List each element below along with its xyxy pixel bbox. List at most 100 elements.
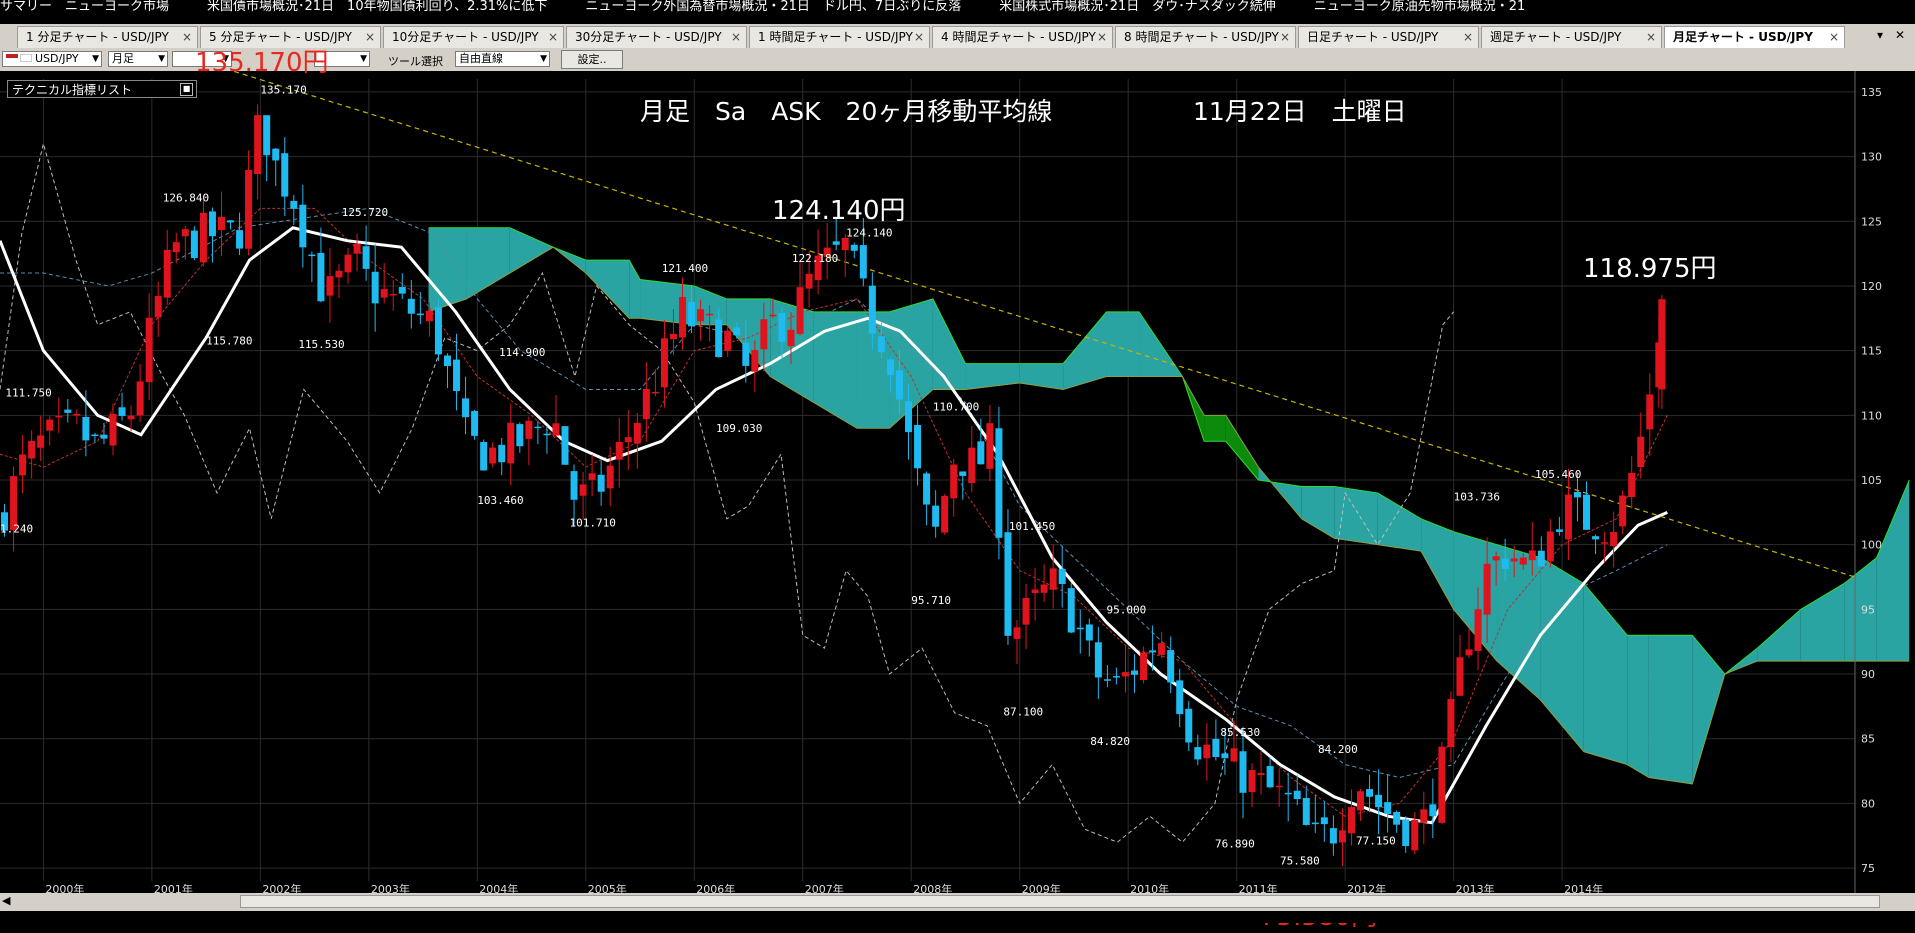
y-tick-label: 130 xyxy=(1861,151,1882,164)
candle-body xyxy=(1384,802,1392,814)
close-icon[interactable]: × xyxy=(1646,27,1656,47)
candle-body xyxy=(941,495,949,533)
candle-body xyxy=(362,246,370,269)
candle-body xyxy=(236,230,244,249)
candle-body xyxy=(1094,642,1102,678)
price-label: 105.460 xyxy=(1535,468,1581,481)
price-label: 95.710 xyxy=(911,594,951,607)
close-icon[interactable]: × xyxy=(365,27,375,47)
close-icon[interactable]: × xyxy=(1829,27,1839,47)
horizontal-scrollbar[interactable]: ◀ xyxy=(0,893,1915,911)
minimize-icon[interactable]: ■ xyxy=(180,83,193,96)
tab-label: 8 時間足チャート - USD/JPY xyxy=(1124,30,1279,44)
currency-pair-select[interactable]: USD/JPY ▼ xyxy=(2,51,102,67)
candle-body xyxy=(832,241,840,245)
candle-body xyxy=(1013,627,1021,639)
x-tick-label: 2006年 xyxy=(696,882,735,893)
close-icon[interactable]: × xyxy=(1097,27,1107,47)
close-icon[interactable]: × xyxy=(914,27,924,47)
candle-body xyxy=(1501,558,1509,569)
tab-chart[interactable]: 4 時間足チャート - USD/JPY × xyxy=(932,26,1113,48)
candle-body xyxy=(1555,529,1563,532)
settings-button[interactable]: 設定.. xyxy=(561,50,623,69)
tab-label: 10分足チャート - USD/JPY xyxy=(392,30,539,44)
candle-body xyxy=(290,200,298,209)
y-tick-label: 95 xyxy=(1861,603,1875,616)
technical-indicator-list[interactable]: テクニカル指標リスト ■ xyxy=(7,80,197,98)
candle-body xyxy=(254,115,262,175)
candle-body xyxy=(1637,436,1645,467)
candle-body xyxy=(642,389,650,420)
price-label: 84.820 xyxy=(1090,735,1130,748)
jp-flag-icon xyxy=(20,54,32,62)
period-select[interactable]: 月足 ▼ xyxy=(108,51,168,67)
y-tick-label: 90 xyxy=(1861,668,1875,681)
close-icon[interactable]: × xyxy=(182,27,192,47)
news-ticker[interactable]: サマリー ニューヨーク市場 米国債市場概況･21日 10年物国債利回り、2.31%… xyxy=(0,0,1915,14)
tab-chart[interactable]: 1 時間足チャート - USD/JPY × xyxy=(749,26,930,48)
cloud-segment xyxy=(1106,311,1140,377)
candle-body xyxy=(1456,657,1464,696)
scroll-thumb[interactable] xyxy=(240,895,1880,908)
close-icon[interactable]: × xyxy=(1280,27,1290,47)
candle-body xyxy=(407,298,415,314)
tab-chart[interactable]: 10分足チャート - USD/JPY × xyxy=(383,26,564,48)
tab-menu-icon[interactable]: ▾ xyxy=(1877,28,1883,42)
ticker-item[interactable]: 米国株式市場概況･21日 ダウ･ナスダック続伸 xyxy=(999,0,1276,14)
chart-area[interactable]: 111.750 1.240 126.840 115.780 135.170 115.530… xyxy=(0,71,1915,893)
candle-body xyxy=(326,276,334,296)
x-tick-label: 2003年 xyxy=(371,882,410,893)
tab-chart[interactable]: 30分足チャート - USD/JPY × xyxy=(566,26,747,48)
ticker-item[interactable]: 米国債市場概況･21日 10年物国債利回り、2.31%に低下 xyxy=(207,0,547,14)
candle-body xyxy=(932,505,940,527)
tab-label: 30分足チャート - USD/JPY xyxy=(575,30,722,44)
y-tick-label: 110 xyxy=(1861,409,1882,422)
candle-body xyxy=(950,464,958,499)
x-tick-label: 2000年 xyxy=(45,882,84,893)
scroll-left-icon[interactable]: ◀ xyxy=(2,894,10,907)
close-icon[interactable]: × xyxy=(731,27,741,47)
x-tick-label: 2002年 xyxy=(262,882,301,893)
candle-body xyxy=(525,420,533,439)
price-label: 114.900 xyxy=(499,346,545,359)
candle-body xyxy=(516,424,524,447)
candle-body xyxy=(1411,819,1419,851)
candle-body xyxy=(118,407,126,416)
tab-chart[interactable]: 1 分足チャート - USD/JPY × xyxy=(17,26,198,48)
candle-body xyxy=(398,287,406,294)
candle-body xyxy=(751,350,759,372)
drawing-tool-select[interactable]: 自由直線 ▼ xyxy=(455,51,550,67)
status-bar xyxy=(0,911,1915,923)
tab-chart[interactable]: 週足チャート - USD/JPY × xyxy=(1481,26,1662,48)
candle-body xyxy=(245,169,253,249)
drawing-tool-label: 自由直線 xyxy=(459,52,503,65)
candle-body xyxy=(263,115,271,156)
chevron-down-icon: ▼ xyxy=(92,54,99,64)
price-label: 111.750 xyxy=(5,387,51,400)
close-icon[interactable]: × xyxy=(548,27,558,47)
x-tick-label: 2005年 xyxy=(588,882,627,893)
close-icon[interactable]: × xyxy=(1463,27,1473,47)
price-label: 110.700 xyxy=(933,400,979,413)
candle-body xyxy=(1628,472,1636,498)
candle-body xyxy=(109,413,117,446)
candle-body xyxy=(742,342,750,366)
y-tick-label: 75 xyxy=(1861,862,1875,875)
tab-chart[interactable]: 8 時間足チャート - USD/JPY × xyxy=(1115,26,1296,48)
price-label: 103.736 xyxy=(1454,490,1500,503)
candle-body xyxy=(1393,811,1401,825)
close-window-icon[interactable]: ✕ xyxy=(1895,28,1905,42)
candle-body xyxy=(434,307,442,355)
candle-body xyxy=(1112,676,1120,678)
tab-chart[interactable]: 月足チャート - USD/JPY × xyxy=(1664,26,1845,48)
candle-body xyxy=(425,310,433,322)
candle-body xyxy=(561,426,569,465)
y-tick-label: 80 xyxy=(1861,797,1875,810)
price-label: 77.150 xyxy=(1356,834,1396,847)
candle-body xyxy=(1366,789,1374,797)
tab-chart[interactable]: 日足チャート - USD/JPY × xyxy=(1298,26,1479,48)
candle-body xyxy=(1447,699,1455,748)
ticker-item[interactable]: ニューヨーク原油先物市場概況・21 xyxy=(1314,0,1526,14)
ticker-item[interactable]: サマリー ニューヨーク市場 xyxy=(0,0,169,14)
ticker-item[interactable]: ニューヨーク外国為替市場概況・21日 ドル円、7日ぶりに反落 xyxy=(585,0,961,14)
